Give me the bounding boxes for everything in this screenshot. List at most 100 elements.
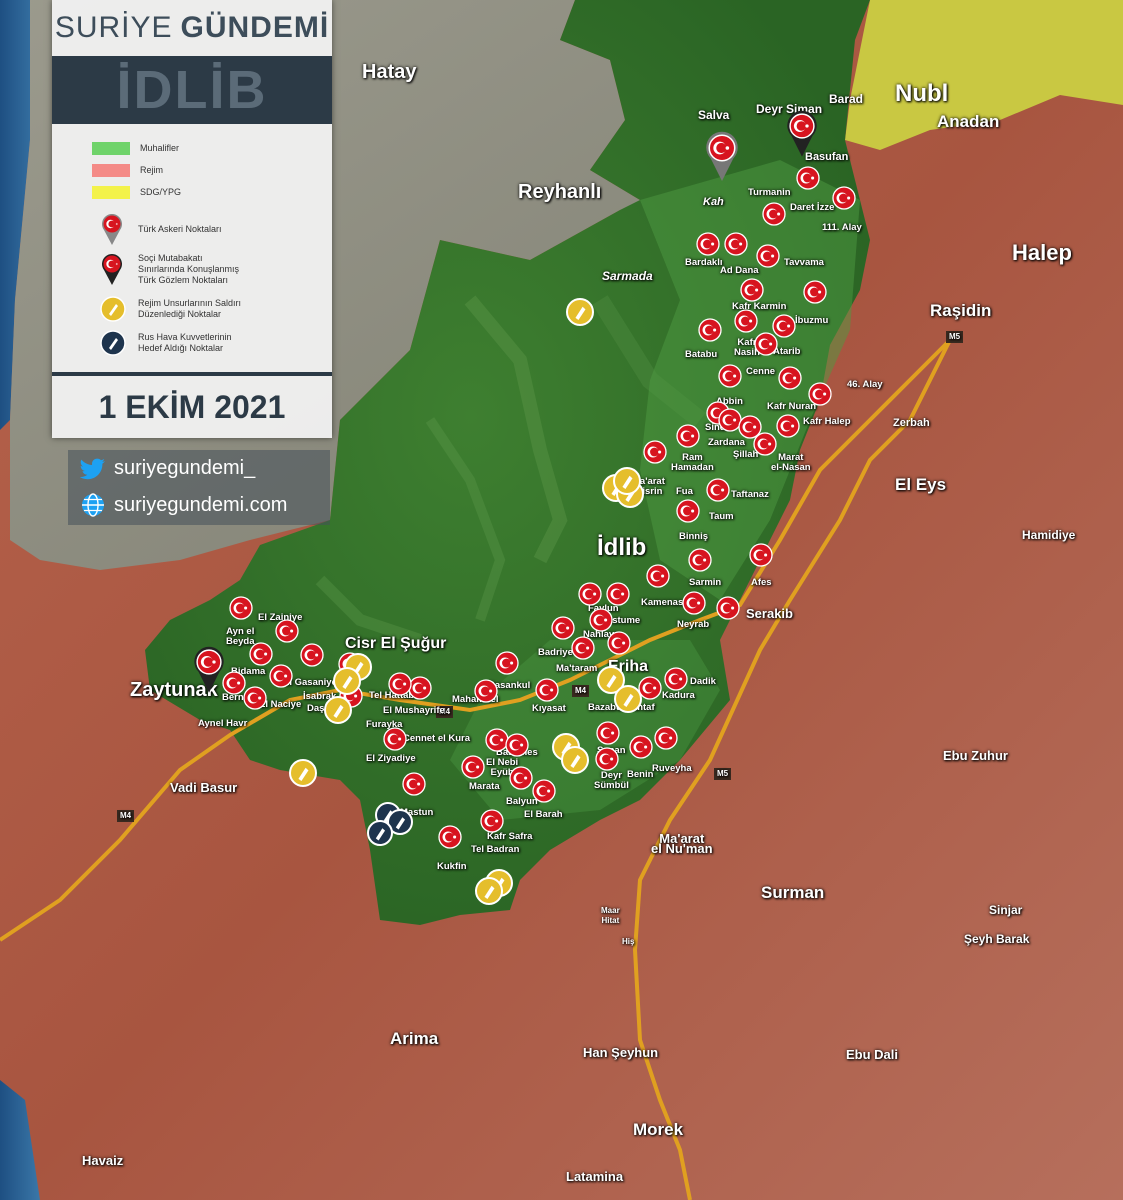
label-maataram: Ma'taram (556, 663, 598, 674)
label-marata: Marata (469, 781, 500, 792)
label-rasidin: Raşidin (930, 301, 992, 320)
label-seyh-barak: Şeyh Barak (964, 932, 1030, 946)
label-taum: Taum (709, 511, 734, 522)
label-arima: Arima (390, 1029, 439, 1048)
label-tel-sindal: Tel Sindal (705, 412, 734, 433)
label-maar-hitat: Maar Hitat (601, 906, 620, 925)
label-nahlaya: Nahlaya (583, 629, 620, 640)
label-ram-hamadan: Ram Hamadan (671, 452, 714, 473)
website-link[interactable]: suriyegundemi.com (80, 492, 287, 518)
label-kafr-safra: Kafr Safra (487, 831, 533, 842)
label-ebu-zuhur: Ebu Zuhur (943, 748, 1008, 763)
label-badriye: Badriye (538, 647, 573, 658)
legend-sochi-posts: Soçi Mutabakatı Sınırlarında Konuşlanmış T… (92, 252, 239, 286)
label-halep: Halep (1012, 240, 1072, 265)
label-cenne: Cenne (746, 366, 776, 377)
twitter-icon (80, 458, 105, 479)
label-idlib: İdlib (597, 534, 647, 561)
label-kafr-halep: Kafr Halep (803, 416, 851, 427)
label-zerbah: Zerbah (893, 417, 930, 429)
label-ebu-dali: Ebu Dali (846, 1047, 899, 1062)
label-batabu: Batabu (685, 349, 718, 360)
label-dasi: Daşi (307, 703, 328, 714)
label-neyrab: Neyrab (677, 619, 710, 630)
label-latamina: Latamina (566, 1169, 624, 1184)
legend-russian-air: Rus Hava Kuvvetlerinin Hedef Aldığı Nokta… (92, 330, 232, 356)
label-vadi-basur: Vadi Basur (170, 780, 238, 795)
label-fua: Fua (676, 486, 693, 497)
legend-regime-attacks: Rejim Unsurlarının Saldırı Düzenlediği No… (92, 296, 241, 322)
label-atarib: Atarib (773, 346, 801, 357)
label-havaiz: Havaiz (82, 1153, 124, 1168)
label-el-nebi-eyub: El Nebi Eyüb (486, 757, 519, 778)
label-furayka: Furayka (366, 719, 403, 730)
label-bazabur: Bazabur (588, 702, 626, 713)
legend-opposition: Muhalifler (92, 142, 179, 155)
label-sillah: Şillah (733, 449, 759, 460)
label-el-gasaniye: El Gasaniye (283, 677, 337, 688)
label-anadan: Anadan (937, 112, 1000, 131)
label-cennet-el-kura: Cennet el Kura (403, 733, 471, 744)
label-ruveyha: Ruveyha (652, 763, 692, 774)
label-el-barah: El Barah (524, 809, 563, 820)
label-daret-izze: Daret İzze (790, 202, 835, 213)
label-ibuzmu: İbuzmu (795, 315, 829, 326)
brand-part1: SURİYE (54, 11, 173, 44)
brand-logo: SURİYE GÜNDEMİ (52, 0, 332, 56)
label-maarat-numan: Ma'arat el Nu'man (651, 831, 713, 856)
label-el-mushayrife: El Mushayrife (383, 705, 445, 716)
swatch-opposition (92, 142, 130, 155)
label-sinjar: Sinjar (989, 903, 1023, 917)
social-box: suriyegundemi_ suriyegundemi.com (68, 450, 330, 525)
label-el-zainiye: El Zainiye (258, 612, 303, 623)
label-zardana: Zardana (708, 437, 745, 448)
label-hamidiye: Hamidiye (1022, 528, 1076, 542)
label-sarmin: Sarmin (689, 577, 722, 588)
label-turmanin: Turmanin (748, 187, 791, 198)
label-faylun: Faylun (588, 603, 619, 614)
label-reyhanli: Reyhanlı (518, 181, 602, 203)
label-m5-south: M5 (714, 768, 732, 780)
swatch-regime (92, 164, 130, 177)
twitter-handle[interactable]: suriyegundemi_ (80, 457, 255, 480)
label-eriha: Eriha (608, 658, 649, 675)
label-kiyasat: Kıyasat (532, 703, 566, 714)
label-cisr: Cisr El Şuğur (345, 635, 447, 652)
label-salva: Salva (698, 108, 730, 122)
legend-regime: Rejim (92, 164, 163, 177)
label-nubl: Nubl (895, 80, 949, 107)
label-deyr-siman: Deyr Siman (756, 102, 823, 116)
label-tel-hattab: Tel Hattab (369, 690, 415, 701)
label-dadik: Dadik (690, 676, 716, 687)
label-abbin: Abbin (716, 396, 743, 407)
label-m5-north: M5 (946, 331, 964, 343)
label-kafr-karmin: Kafr Karmin (732, 301, 787, 312)
label-marat-nasan: Marat el-Nasan (771, 452, 811, 473)
russian-air-icon (100, 330, 126, 356)
label-zaytunak: Zaytunak (130, 679, 218, 701)
label-kukfin: Kukfin (437, 861, 467, 872)
label-mastun: Mastun (400, 807, 434, 818)
label-el-naciye: El Naciye (259, 699, 302, 710)
label-m4-east: M4 (572, 685, 590, 697)
label-kafr-nuran: Kafr Nuran (767, 401, 817, 412)
label-111-alay: 111. Alay (822, 222, 862, 233)
label-his: Hiş (622, 937, 635, 946)
regime-attack-icon (100, 296, 126, 322)
label-el-ziyadiye: El Ziyadiye (366, 753, 416, 764)
label-bardakli: Bardaklı (685, 257, 723, 268)
region-title: İDLİB (52, 56, 332, 124)
label-sanan: Şanan (597, 745, 626, 756)
label-isabrak: İsabrak (303, 691, 337, 702)
label-morek: Morek (633, 1120, 684, 1139)
label-benin: Benin (627, 769, 654, 780)
globe-icon (82, 493, 104, 517)
label-taftanaz: Taftanaz (731, 489, 769, 500)
label-surman: Surman (761, 883, 825, 902)
label-hatay: Hatay (362, 61, 417, 83)
label-el-eys: El Eys (895, 475, 947, 494)
legend: Muhalifler Rejim SDG/YPG Türk Askeri Nok… (52, 124, 332, 374)
label-kadura: Kadura (662, 690, 695, 701)
label-basankul: Basankul (488, 680, 531, 691)
label-serakib: Serakib (746, 606, 793, 621)
